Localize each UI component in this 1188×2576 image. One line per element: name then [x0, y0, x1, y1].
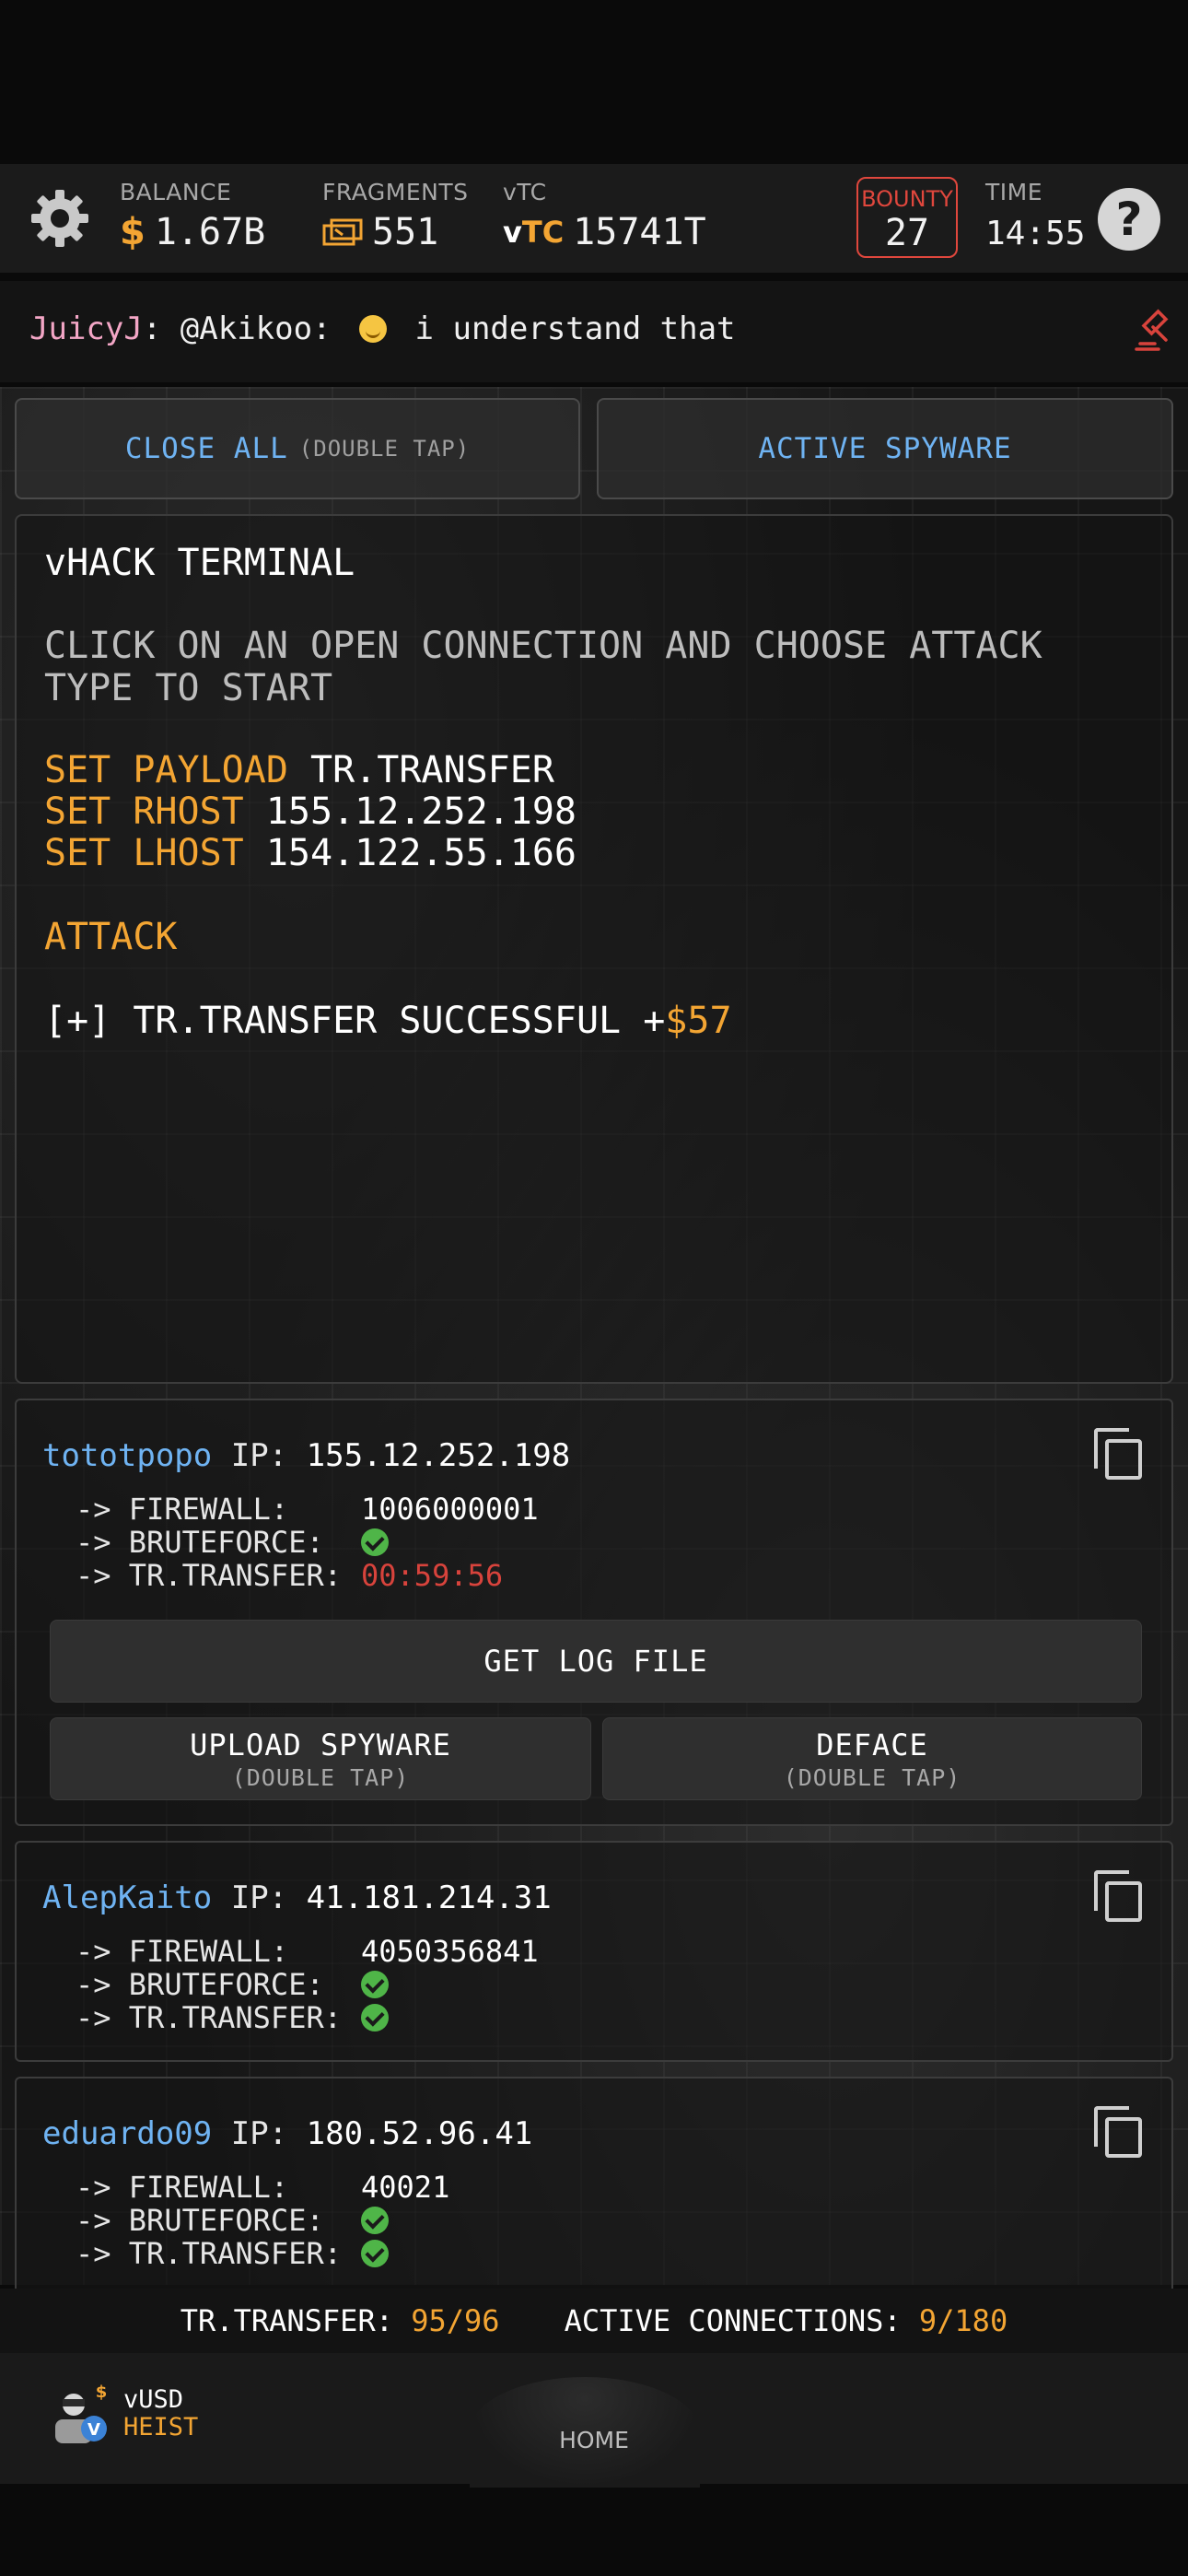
- chat-username: JuicyJ: [29, 310, 143, 347]
- vtc-value: 15741T: [573, 211, 706, 253]
- connection-header: AlepKaito IP: 41.181.214.31: [42, 1879, 552, 1916]
- vhack-terminal: vHACK TERMINAL CLICK ON AN OPEN CONNECTI…: [15, 514, 1173, 1384]
- vtc-label: vTC: [503, 179, 547, 205]
- home-nav-item[interactable]: HOME: [0, 2427, 1188, 2453]
- transfer-timer: 00:59:56: [361, 1558, 504, 1593]
- bottom-nav: V $ vUSD HEIST HOME: [0, 2353, 1188, 2488]
- get-log-file-button[interactable]: GET LOG FILE: [50, 1620, 1142, 1703]
- terminal-result: [+] TR.TRANSFER SUCCESSFUL +$57: [44, 1000, 732, 1042]
- chat-message: JuicyJ: @Akikoo: i understand that: [29, 310, 736, 347]
- deface-button[interactable]: DEFACE (DOUBLE TAP): [602, 1717, 1142, 1800]
- active-spyware-button[interactable]: ACTIVE SPYWARE: [597, 398, 1173, 499]
- terminal-hint: CLICK ON AN OPEN CONNECTION AND CHOOSE A…: [44, 625, 1042, 709]
- svg-text:$: $: [96, 2384, 108, 2402]
- time-stat: TIME 14:55: [985, 179, 1085, 252]
- terminal-command-line: SET LHOST 154.122.55.166: [44, 832, 577, 874]
- status-bar: TR.TRANSFER: 95/96 ACTIVE CONNECTIONS: 9…: [0, 2289, 1188, 2353]
- connection-card[interactable]: eduardo09 IP: 180.52.96.41 -> FIREWALL: 4…: [15, 2077, 1173, 2298]
- vtc-icon: vTC: [503, 215, 565, 250]
- balance-label: BALANCE: [120, 179, 232, 205]
- bounty-value: 27: [884, 212, 930, 254]
- upload-spyware-button[interactable]: UPLOAD SPYWARE (DOUBLE TAP): [50, 1717, 591, 1800]
- copy-icon[interactable]: [1094, 2106, 1142, 2158]
- check-icon: [361, 2004, 389, 2032]
- check-icon: [361, 2240, 389, 2267]
- connection-details: -> FIREWALL: 40021 -> BRUTEFORCE: -> TR.T…: [76, 2170, 450, 2271]
- top-bar: BALANCE $ 1.67B FRAGMENTS 551 vTC vTC 15…: [0, 164, 1188, 273]
- chat-text: i understand that: [414, 310, 736, 347]
- connection-ip: 180.52.96.41: [306, 2115, 533, 2152]
- terminal-command-line: SET PAYLOAD TR.TRANSFER: [44, 749, 554, 791]
- active-spyware-label: ACTIVE SPYWARE: [758, 432, 1012, 465]
- chat-mention: @Akikoo:: [180, 310, 332, 347]
- transfer-count: TR.TRANSFER: 95/96: [180, 2303, 500, 2338]
- balance-stat: BALANCE $ 1.67B: [120, 179, 265, 253]
- terminal-attack: ATTACK: [44, 916, 178, 958]
- connection-ip: 155.12.252.198: [306, 1437, 571, 1474]
- check-icon: [361, 2207, 389, 2234]
- laughing-emoji-icon: [359, 315, 388, 343]
- gear-icon[interactable]: [28, 186, 92, 251]
- connection-header: tototpopo IP: 155.12.252.198: [42, 1437, 571, 1474]
- connection-username: eduardo09: [42, 2115, 213, 2152]
- gavel-icon[interactable]: [1131, 309, 1175, 353]
- check-icon: [361, 1528, 389, 1556]
- copy-icon[interactable]: [1094, 1870, 1142, 1922]
- connection-details: -> FIREWALL: 1006000001 -> BRUTEFORCE: ->…: [76, 1492, 539, 1593]
- connection-card[interactable]: AlepKaito IP: 41.181.214.31 -> FIREWALL:…: [15, 1841, 1173, 2062]
- time-value: 14:55: [985, 215, 1086, 252]
- close-all-label: CLOSE ALL: [124, 432, 288, 465]
- connection-username: AlepKaito: [42, 1879, 213, 1916]
- vtc-stat: vTC vTC 15741T: [503, 179, 706, 253]
- terminal-commands: SET PAYLOAD TR.TRANSFER SET RHOST 155.12…: [44, 750, 1144, 874]
- firewall-value: 1006000001: [361, 1492, 539, 1527]
- check-icon: [361, 1971, 389, 1998]
- terminal-title: vHACK TERMINAL: [44, 542, 355, 584]
- firewall-value: 4050356841: [361, 1934, 539, 1969]
- bounty-badge[interactable]: BOUNTY 27: [856, 177, 958, 258]
- close-all-button[interactable]: CLOSE ALL (DOUBLE TAP): [15, 398, 580, 499]
- fragments-icon: [322, 218, 363, 246]
- help-icon[interactable]: ?: [1098, 188, 1160, 251]
- firewall-value: 40021: [361, 2170, 450, 2205]
- dollar-icon: $: [120, 211, 146, 253]
- connection-details: -> FIREWALL: 4050356841 -> BRUTEFORCE: ->…: [76, 1934, 539, 2035]
- chat-ticker[interactable]: JuicyJ: @Akikoo: i understand that: [0, 281, 1188, 382]
- close-all-sublabel: (DOUBLE TAP): [298, 436, 471, 462]
- connection-ip: 41.181.214.31: [306, 1879, 552, 1916]
- fragments-label: FRAGMENTS: [322, 179, 469, 205]
- copy-icon[interactable]: [1094, 1428, 1142, 1480]
- fragments-value: 551: [372, 211, 439, 253]
- time-label: TIME: [985, 179, 1043, 205]
- active-connections-count: ACTIVE CONNECTIONS: 9/180: [564, 2303, 1008, 2338]
- balance-value: 1.67B: [154, 211, 266, 253]
- terminal-command-line: SET RHOST 155.12.252.198: [44, 790, 577, 833]
- connection-card[interactable]: tototpopo IP: 155.12.252.198 -> FIREWALL…: [15, 1399, 1173, 1826]
- connection-username: tototpopo: [42, 1437, 213, 1474]
- connection-header: eduardo09 IP: 180.52.96.41: [42, 2115, 533, 2152]
- bounty-label: BOUNTY: [861, 186, 953, 212]
- fragments-stat: FRAGMENTS 551: [322, 179, 468, 253]
